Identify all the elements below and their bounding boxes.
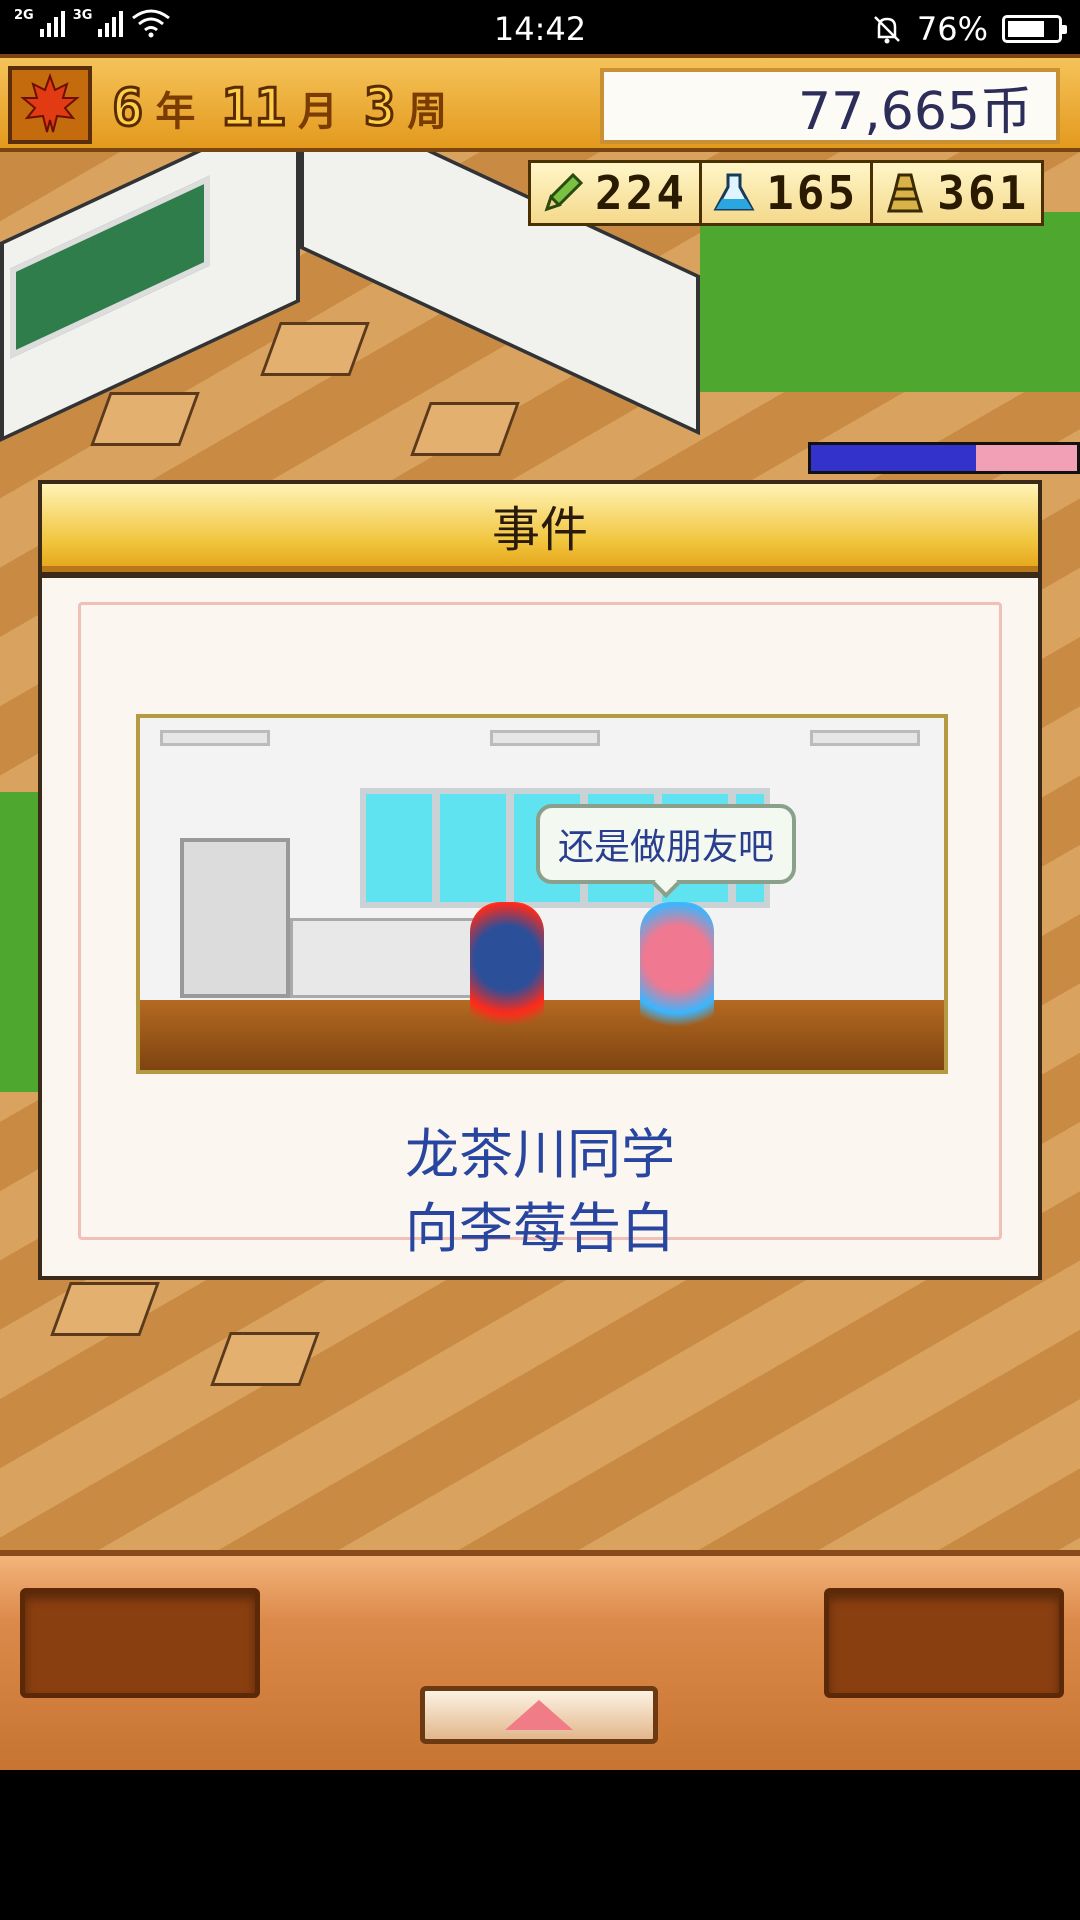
dialog-title: 事件 xyxy=(42,484,1038,572)
boy-character xyxy=(470,902,544,1042)
year-number: 6 xyxy=(110,77,146,140)
grass-area xyxy=(700,212,1080,392)
stat-value: 361 xyxy=(937,166,1030,220)
week-number: 3 xyxy=(362,77,398,140)
game-date: 6 年 11 月 3 周 xyxy=(110,77,463,140)
stat-value: 165 xyxy=(766,166,859,220)
status-bar: 2G 3G 14:42 76% xyxy=(0,0,1080,54)
month-number: 11 xyxy=(220,77,288,140)
ceiling-light xyxy=(160,730,270,746)
money-display: 77,665币 xyxy=(600,68,1060,144)
right-menu-slot[interactable] xyxy=(824,1588,1064,1698)
dialog-body: 还是做朋友吧 龙茶川同学 向李莓告白 xyxy=(42,578,1038,1276)
battery-percent: 76% xyxy=(916,10,988,48)
speech-bubble: 还是做朋友吧 xyxy=(536,804,797,884)
girl-character xyxy=(640,902,714,1042)
system-nav-area xyxy=(0,1770,1080,1920)
up-arrow-icon xyxy=(505,1700,573,1730)
bottom-control-panel xyxy=(0,1550,1080,1770)
week-unit: 周 xyxy=(407,89,448,135)
month-unit: 月 xyxy=(297,89,338,135)
top-hud: 6 年 11 月 3 周 77,665币 xyxy=(0,54,1080,152)
progress-meter xyxy=(808,442,1080,474)
flask-icon xyxy=(708,167,760,219)
ceiling-light xyxy=(490,730,600,746)
expand-menu-button[interactable] xyxy=(420,1686,658,1744)
event-scene-image: 还是做朋友吧 xyxy=(136,714,948,1074)
mute-bell-icon xyxy=(873,16,900,44)
year-unit: 年 xyxy=(155,89,196,135)
pencil-icon xyxy=(537,167,589,219)
locker xyxy=(180,838,290,998)
battery-icon xyxy=(1002,15,1067,43)
ceiling-light xyxy=(810,730,920,746)
left-menu-slot[interactable] xyxy=(20,1588,260,1698)
message-line-1: 龙茶川同学 xyxy=(405,1123,675,1186)
event-dialog[interactable]: 事件 还是做朋友吧 龙茶川同学 向李莓告白 xyxy=(38,480,1042,1280)
research-stats: 224 165 361 xyxy=(528,160,1045,226)
message-line-2: 向李莓告白 xyxy=(405,1197,675,1260)
stat-science: 165 xyxy=(702,163,874,223)
trophy-icon xyxy=(879,167,931,219)
event-message: 龙茶川同学 向李莓告白 xyxy=(42,1118,1038,1266)
stat-value: 224 xyxy=(595,166,688,220)
stat-sports: 361 xyxy=(873,163,1042,223)
maple-leaf-icon xyxy=(8,66,92,144)
stat-study: 224 xyxy=(531,163,703,223)
